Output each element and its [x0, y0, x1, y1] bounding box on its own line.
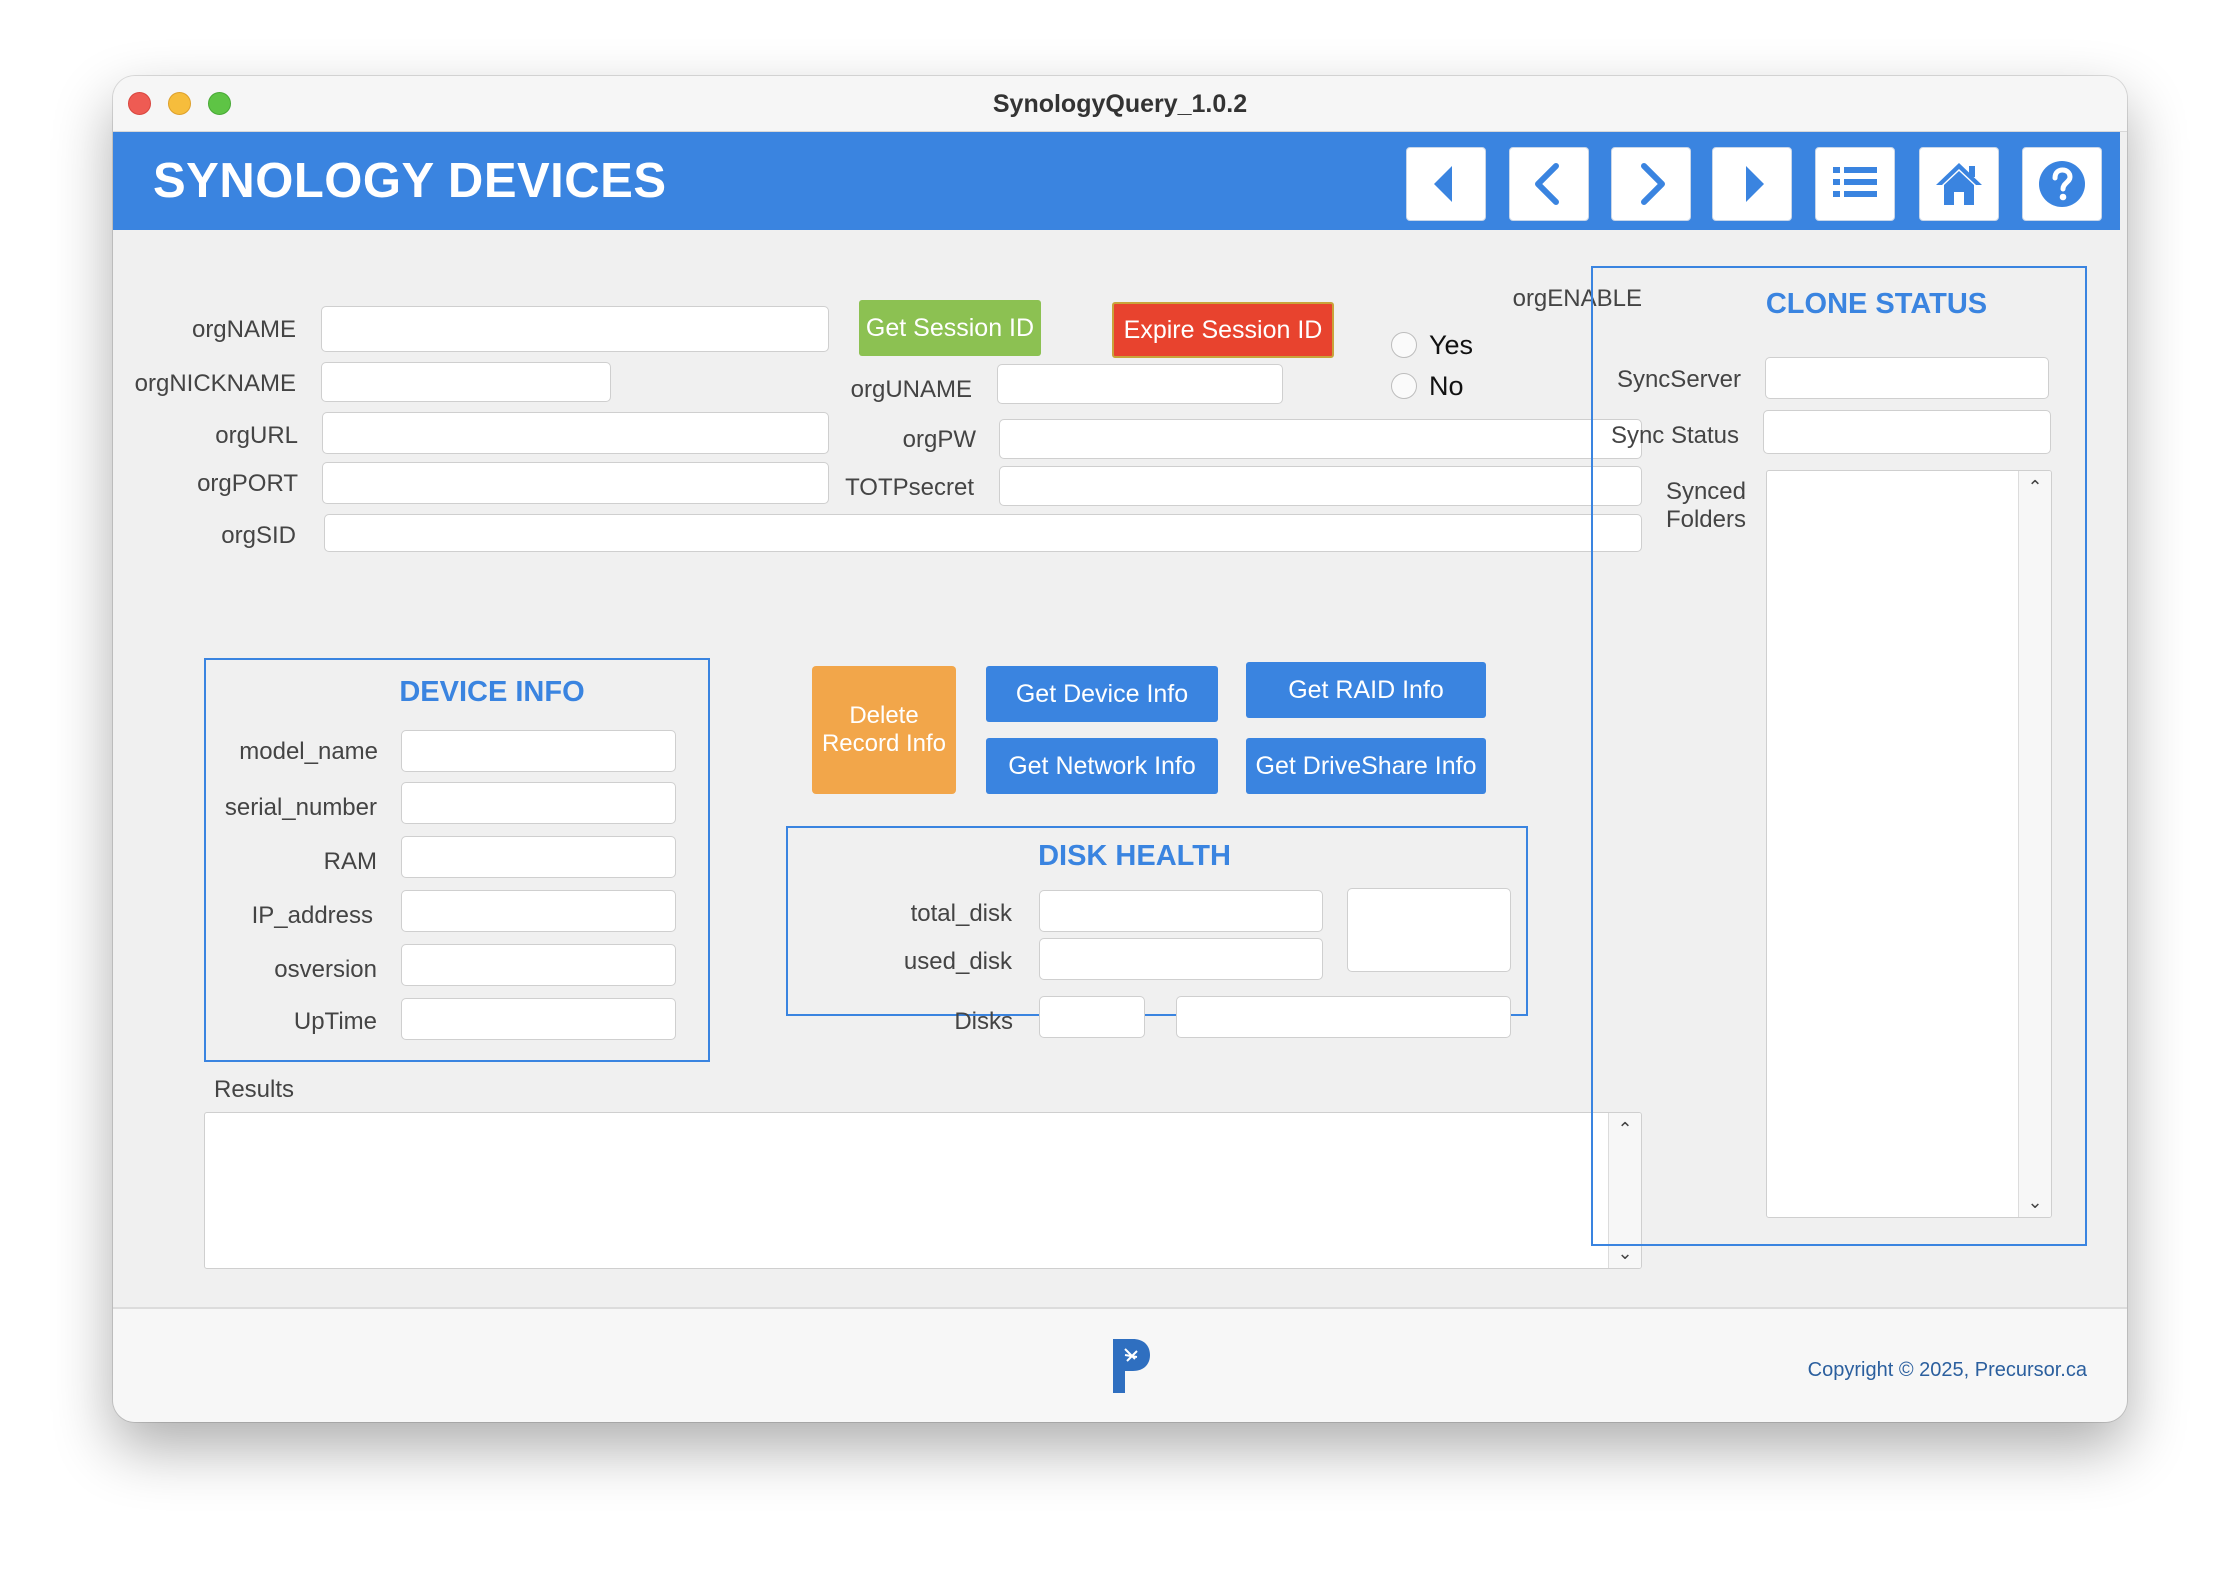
last-record-icon — [1746, 166, 1764, 202]
org-sid-input[interactable] — [324, 514, 1642, 552]
ip-address-label: IP_address — [251, 902, 373, 929]
disks-detail-input[interactable] — [1176, 996, 1511, 1038]
sync-status-label: Sync Status — [1610, 422, 1739, 449]
os-version-label: osversion — [274, 956, 377, 983]
org-name-label: orgNAME — [191, 316, 296, 343]
serial-number-input[interactable] — [401, 782, 676, 824]
get-network-info-button[interactable]: Get Network Info — [986, 738, 1218, 794]
org-enable-yes-radio[interactable] — [1391, 332, 1417, 358]
uptime-input[interactable] — [401, 998, 676, 1040]
first-record-button[interactable] — [1406, 147, 1486, 221]
model-name-input[interactable] — [401, 730, 676, 772]
org-sid-label: orgSID — [221, 522, 296, 549]
org-nickname-input[interactable] — [321, 362, 611, 402]
synced-folders-label: Synced Folders — [1665, 478, 1746, 533]
synced-folders-scrollbar[interactable]: ⌃ ⌄ — [2018, 471, 2051, 1217]
first-record-icon — [1434, 166, 1452, 202]
header-bar: SYNOLOGY DEVICES — [113, 132, 2120, 230]
serial-number-label: serial_number — [224, 794, 377, 821]
expire-session-id-button[interactable]: Expire Session ID — [1112, 302, 1334, 358]
uptime-label: UpTime — [293, 1008, 377, 1035]
total-disk-label: total_disk — [910, 900, 1012, 927]
results-label: Results — [214, 1076, 295, 1103]
org-pw-input[interactable] — [999, 419, 1642, 459]
clone-status-title: CLONE STATUS — [1765, 288, 1988, 320]
used-disk-input[interactable] — [1039, 938, 1323, 980]
get-raid-info-button[interactable]: Get RAID Info — [1246, 662, 1486, 718]
app-window: SynologyQuery_1.0.2 SYNOLOGY DEVICES org… — [113, 76, 2127, 1422]
org-uname-label: orgUNAME — [850, 376, 972, 403]
delete-record-info-button[interactable]: Delete Record Info — [812, 666, 956, 794]
org-enable-no-radio[interactable] — [1391, 373, 1417, 399]
home-button[interactable] — [1919, 147, 1999, 221]
get-device-info-button[interactable]: Get Device Info — [986, 666, 1218, 722]
chevron-left-icon — [1535, 163, 1559, 205]
org-port-label: orgPORT — [197, 470, 298, 497]
last-record-button[interactable] — [1712, 147, 1792, 221]
title-bar: SynologyQuery_1.0.2 — [113, 76, 2127, 132]
total-disk-input[interactable] — [1039, 890, 1323, 932]
disks-count-input[interactable] — [1039, 996, 1145, 1038]
device-info-title: DEVICE INFO — [399, 676, 585, 708]
org-nickname-label: orgNICKNAME — [134, 370, 296, 397]
window-title: SynologyQuery_1.0.2 — [992, 90, 1248, 118]
org-enable-yes-label: Yes — [1429, 330, 1474, 360]
scroll-down-icon[interactable]: ⌄ — [2019, 1192, 2051, 1213]
totp-secret-input[interactable] — [999, 466, 1642, 506]
next-record-button[interactable] — [1611, 147, 1691, 221]
results-textarea[interactable]: ⌃ ⌄ — [204, 1112, 1642, 1269]
sync-status-input[interactable] — [1763, 410, 2051, 454]
used-disk-label: used_disk — [903, 948, 1012, 975]
disk-health-indicator-box[interactable] — [1347, 888, 1511, 972]
scroll-down-icon[interactable]: ⌄ — [1609, 1243, 1641, 1264]
help-icon — [2039, 161, 2085, 207]
org-url-label: orgURL — [215, 422, 298, 449]
org-enable-no-label: No — [1429, 371, 1464, 401]
chevron-right-icon — [1641, 163, 1665, 205]
ip-address-input[interactable] — [401, 890, 676, 932]
precursor-logo-icon — [1113, 1339, 1150, 1393]
ram-label: RAM — [323, 848, 377, 875]
synced-folders-list[interactable]: ⌃ ⌄ — [1766, 470, 2052, 1218]
org-name-input[interactable] — [321, 306, 829, 352]
previous-record-button[interactable] — [1509, 147, 1589, 221]
model-name-label: model_name — [239, 738, 378, 765]
ram-input[interactable] — [401, 836, 676, 878]
org-port-input[interactable] — [322, 462, 829, 504]
home-icon — [1936, 163, 1982, 205]
copyright-text: Copyright © 2025, Precursor.ca — [1807, 1359, 2087, 1381]
list-icon — [1833, 167, 1877, 197]
scroll-up-icon[interactable]: ⌃ — [2019, 477, 2051, 498]
get-session-id-button[interactable]: Get Session ID — [859, 300, 1041, 356]
list-view-button[interactable] — [1815, 147, 1895, 221]
page-title: SYNOLOGY DEVICES — [153, 154, 667, 208]
footer: Copyright © 2025, Precursor.ca — [113, 1307, 2127, 1422]
org-uname-input[interactable] — [997, 364, 1283, 404]
get-driveshare-info-button[interactable]: Get DriveShare Info — [1246, 738, 1486, 794]
sync-server-label: SyncServer — [1616, 366, 1741, 393]
help-button[interactable] — [2022, 147, 2102, 221]
sync-server-input[interactable] — [1765, 357, 2049, 399]
disk-health-title: DISK HEALTH — [1038, 840, 1231, 872]
org-url-input[interactable] — [322, 412, 829, 454]
os-version-input[interactable] — [401, 944, 676, 986]
disks-label: Disks — [954, 1008, 1013, 1035]
totp-secret-label: TOTPsecret — [845, 474, 974, 501]
org-pw-label: orgPW — [902, 426, 976, 453]
